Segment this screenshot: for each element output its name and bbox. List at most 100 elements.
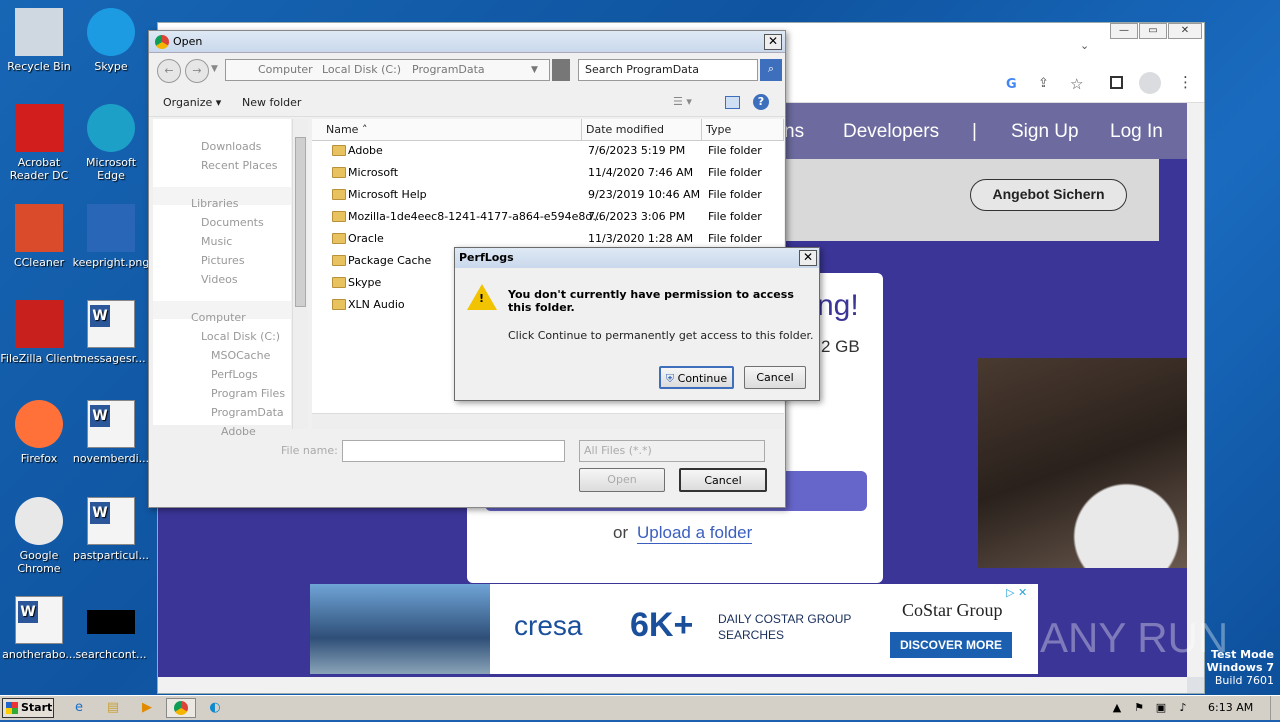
nav-log-in[interactable]: Log In [1110, 121, 1163, 143]
folder-icon [332, 277, 346, 288]
file-name-input[interactable] [342, 440, 565, 462]
explorer-icon[interactable]: ▤ [102, 698, 124, 718]
close-icon[interactable]: ✕ [764, 34, 782, 50]
ad-big-number: 6K+ [630, 606, 694, 644]
organize-menu[interactable]: Organize ▾ [163, 96, 221, 109]
upload-folder-link[interactable]: Upload a folder [637, 523, 753, 544]
page-scrollbar-vertical[interactable] [1187, 103, 1204, 677]
desktop-icon[interactable]: keepright.png [72, 204, 150, 269]
nav-item[interactable]: Computer [191, 311, 246, 324]
perflogs-cancel-button[interactable]: Cancel [744, 366, 806, 389]
advertisement[interactable]: cresa 6K+ DAILY COSTAR GROUP SEARCHES Co… [310, 584, 1038, 674]
action-center-icon[interactable]: ⚑ [1128, 698, 1150, 718]
desktop-icon[interactable]: Recycle Bin [0, 8, 78, 73]
recent-locations-icon[interactable]: ▼ [211, 64, 218, 74]
nav-item[interactable]: Local Disk (C:) [201, 330, 280, 343]
back-button[interactable]: ← [157, 59, 181, 83]
desktop-icon[interactable]: Firefox [0, 400, 78, 465]
list-item[interactable]: Microsoft 11/4/2020 7:46 AM File folder [312, 162, 784, 184]
nav-item[interactable]: MSOCache [211, 349, 270, 362]
nav-item[interactable]: Videos [201, 273, 238, 286]
nav-item[interactable]: Downloads [201, 140, 261, 153]
nav-item[interactable]: Libraries [191, 197, 239, 210]
nav-item[interactable]: Documents [201, 216, 264, 229]
side-panel-icon[interactable] [1110, 76, 1123, 89]
clock[interactable]: 6:13 AM [1208, 701, 1253, 714]
file-type-select[interactable]: All Files (*.*) [579, 440, 765, 462]
nav-item[interactable]: ProgramData [211, 406, 284, 419]
ad-choices-icon[interactable]: ▷ ✕ [1006, 586, 1027, 599]
ie-icon[interactable]: e [68, 698, 90, 718]
desktop-icon[interactable]: Wnovemberdi... [72, 400, 150, 465]
list-item[interactable]: Adobe 7/6/2023 5:19 PM File folder [312, 140, 784, 162]
desktop-icon[interactable]: Microsoft Edge [72, 104, 150, 182]
desktop-icon[interactable]: Skype [72, 8, 150, 73]
view-options-icon[interactable]: ☰ ▾ [673, 95, 692, 108]
desktop-icon[interactable]: Acrobat Reader DC [0, 104, 78, 182]
nav-item[interactable]: PerfLogs [211, 368, 258, 381]
column-date-modified[interactable]: Date modified [582, 119, 702, 141]
continue-button[interactable]: ⛨ Continue [659, 366, 734, 389]
column-name[interactable]: Name ˄ [312, 119, 582, 141]
nav-item[interactable]: Program Files [211, 387, 285, 400]
profile-icon[interactable] [1139, 72, 1161, 94]
chrome-task-icon[interactable] [166, 698, 196, 718]
open-dialog-titlebar[interactable]: Open [149, 31, 785, 53]
nav-item[interactable]: Recent Places [201, 159, 278, 172]
list-scrollbar-horizontal[interactable] [312, 413, 784, 429]
list-item[interactable]: Mozilla-1de4eec8-1241-4177-a864-e594e8d.… [312, 206, 784, 228]
address-dropdown-icon[interactable]: ▼ [531, 60, 538, 80]
desktop-icon[interactable]: Wmessagesr... [72, 300, 150, 365]
list-item[interactable]: Microsoft Help 9/23/2019 10:46 AM File fol… [312, 184, 784, 206]
start-button[interactable]: Start [2, 698, 54, 718]
help-icon[interactable]: ? [753, 94, 769, 110]
search-input[interactable]: Search ProgramData [578, 59, 758, 81]
nav-item[interactable]: Adobe [221, 425, 256, 438]
nav-sign-up[interactable]: Sign Up [1011, 121, 1079, 143]
desktop-icon[interactable]: CCleaner [0, 204, 78, 269]
nav-scrollbar[interactable] [292, 119, 308, 429]
address-bar[interactable]: Computer Local Disk (C:) ProgramData ▼ [225, 59, 550, 81]
desktop-icon[interactable]: searchcont... [72, 596, 150, 661]
preview-pane-icon[interactable] [725, 96, 740, 109]
angebot-sichern-button[interactable]: Angebot Sichern [970, 179, 1127, 211]
network-icon[interactable]: ▣ [1150, 698, 1172, 718]
maximize-button[interactable]: ▭ [1139, 23, 1167, 39]
forward-button[interactable]: → [185, 59, 209, 83]
breadcrumb-computer[interactable]: Computer [258, 60, 313, 80]
page-scrollbar-horizontal[interactable] [158, 677, 1187, 693]
share-icon[interactable]: ⇪ [1038, 76, 1049, 91]
column-type[interactable]: Type [702, 119, 784, 141]
perflogs-title[interactable]: PerfLogs [455, 248, 819, 268]
desktop-icon[interactable]: Wanotherabo... [0, 596, 78, 661]
menu-icon[interactable]: ⋮ [1178, 73, 1193, 91]
breadcrumb-local-disk[interactable]: Local Disk (C:) [322, 60, 401, 80]
show-hidden-icons[interactable]: ▲ [1106, 698, 1128, 718]
nav-item[interactable]: Pictures [201, 254, 245, 267]
search-icon[interactable]: ⌕ [760, 59, 782, 81]
nav-item-plans[interactable]: ns [784, 121, 804, 143]
nav-item[interactable]: Music [201, 235, 232, 248]
google-icon[interactable]: G [1006, 77, 1017, 92]
acrobat-icon [15, 104, 63, 152]
file-date: 9/23/2019 10:46 AM [588, 188, 701, 201]
desktop-icon[interactable]: Wpastparticul... [72, 497, 150, 562]
breadcrumb-programdata[interactable]: ProgramData [412, 60, 485, 80]
show-desktop-button[interactable] [1270, 696, 1280, 720]
edge-task-icon[interactable]: ◐ [204, 698, 226, 718]
nav-item-developers[interactable]: Developers [843, 121, 939, 143]
tab-search-icon[interactable]: ⌄ [1080, 39, 1089, 52]
open-button[interactable]: Open [579, 468, 665, 492]
desktop-icon[interactable]: Google Chrome [0, 497, 78, 575]
media-player-icon[interactable]: ▶ [136, 698, 158, 718]
star-icon[interactable]: ☆ [1070, 75, 1083, 93]
ad-discover-button[interactable]: DISCOVER MORE [890, 632, 1012, 658]
cancel-button[interactable]: Cancel [679, 468, 767, 492]
new-folder-button[interactable]: New folder [242, 96, 301, 109]
close-button[interactable]: ✕ [1168, 23, 1202, 39]
perflogs-close-icon[interactable]: ✕ [799, 250, 817, 266]
minimize-button[interactable]: — [1110, 23, 1138, 39]
refresh-button[interactable] [552, 59, 570, 81]
desktop-icon[interactable]: FileZilla Client [0, 300, 78, 365]
volume-icon[interactable]: ♪ [1172, 698, 1194, 718]
